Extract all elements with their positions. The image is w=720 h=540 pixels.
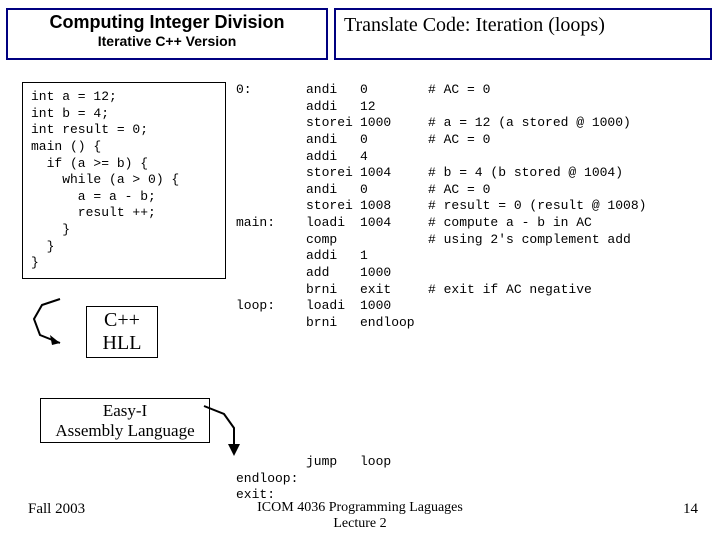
- asm-bottom-listing: jumploopendloop:exit:: [236, 454, 428, 504]
- asm-comment: # AC = 0: [428, 132, 490, 149]
- asm-row: loop:loadi1000: [236, 298, 646, 315]
- asm-row: addi4: [236, 149, 646, 166]
- asm-op: loadi: [306, 298, 360, 315]
- asm-arg: 1000: [360, 115, 428, 132]
- asm-op: add: [306, 265, 360, 282]
- footer-center-l2: Lecture 2: [0, 516, 720, 532]
- asm-comment: # exit if AC negative: [428, 282, 592, 299]
- asm-comment: # b = 4 (b stored @ 1004): [428, 165, 623, 182]
- asm-op: comp: [306, 232, 360, 249]
- title-left-main: Computing Integer Division: [8, 12, 326, 33]
- footer-center-l1: ICOM 4036 Programming Laguages: [0, 500, 720, 516]
- asm-op: andi: [306, 182, 360, 199]
- asm-row: storei1000# a = 12 (a stored @ 1000): [236, 115, 646, 132]
- asm-row: brniendloop: [236, 315, 646, 332]
- asm-op: addi: [306, 149, 360, 166]
- asm-row: andi0# AC = 0: [236, 182, 646, 199]
- asm-row: 0:andi0# AC = 0: [236, 82, 646, 99]
- asm-row: main:loadi1004# compute a - b in AC: [236, 215, 646, 232]
- title-left-sub: Iterative C++ Version: [8, 33, 326, 49]
- cpp-code: int a = 12; int b = 4; int result = 0; m…: [31, 89, 179, 270]
- asm-comment: # using 2's complement add: [428, 232, 631, 249]
- asm-arg: 4: [360, 149, 428, 166]
- title-right-box: Translate Code: Iteration (loops): [334, 8, 712, 60]
- asm-comment: # AC = 0: [428, 182, 490, 199]
- asm-row: jumploop: [236, 454, 428, 471]
- asm-arg: 1: [360, 248, 428, 265]
- asm-row: addi12: [236, 99, 646, 116]
- arrow-cpp-to-label-icon: [20, 295, 82, 347]
- footer-center: ICOM 4036 Programming Laguages Lecture 2: [0, 500, 720, 532]
- asm-op: addi: [306, 248, 360, 265]
- asm-comment: # a = 12 (a stored @ 1000): [428, 115, 631, 132]
- footer-right: 14: [683, 501, 698, 518]
- easyi-line2: Assembly Language: [45, 421, 205, 441]
- arrow-easyi-to-asm-icon: [200, 398, 248, 458]
- asm-arg: 1000: [360, 265, 428, 282]
- asm-row: comp # using 2's complement add: [236, 232, 646, 249]
- asm-op: storei: [306, 165, 360, 182]
- title-right-text: Translate Code: Iteration (loops): [344, 14, 605, 36]
- asm-listing: 0:andi0# AC = 0addi12storei1000# a = 12 …: [236, 82, 646, 331]
- asm-comment: # AC = 0: [428, 82, 490, 99]
- asm-row: storei1004# b = 4 (b stored @ 1004): [236, 165, 646, 182]
- asm-arg: 0: [360, 182, 428, 199]
- asm-comment: # compute a - b in AC: [428, 215, 592, 232]
- asm-row: brniexit# exit if AC negative: [236, 282, 646, 299]
- asm-arg: 1008: [360, 198, 428, 215]
- title-left-box: Computing Integer Division Iterative C++…: [6, 8, 328, 60]
- asm-arg: 0: [360, 132, 428, 149]
- asm-op: brni: [306, 282, 360, 299]
- asm-arg: 1004: [360, 215, 428, 232]
- asm-row: endloop:: [236, 471, 428, 488]
- cpp-label-line1: C++: [91, 309, 153, 332]
- cpp-hll-label: C++ HLL: [86, 306, 158, 358]
- asm-op: jump: [306, 454, 360, 471]
- asm-row: andi0# AC = 0: [236, 132, 646, 149]
- cpp-label-line2: HLL: [91, 332, 153, 355]
- asm-arg: endloop: [360, 315, 428, 332]
- asm-row: storei1008# result = 0 (result @ 1008): [236, 198, 646, 215]
- asm-op: storei: [306, 115, 360, 132]
- asm-label: main:: [236, 215, 306, 232]
- asm-arg: 0: [360, 82, 428, 99]
- asm-op: addi: [306, 99, 360, 116]
- asm-op: andi: [306, 132, 360, 149]
- asm-arg: exit: [360, 282, 428, 299]
- asm-op: loadi: [306, 215, 360, 232]
- asm-row: add1000: [236, 265, 646, 282]
- asm-arg: 1004: [360, 165, 428, 182]
- cpp-code-box: int a = 12; int b = 4; int result = 0; m…: [22, 82, 226, 279]
- asm-label: endloop:: [236, 471, 306, 488]
- asm-row: addi1: [236, 248, 646, 265]
- asm-arg: 1000: [360, 298, 428, 315]
- asm-op: brni: [306, 315, 360, 332]
- asm-op: storei: [306, 198, 360, 215]
- asm-label: 0:: [236, 82, 306, 99]
- asm-op: andi: [306, 82, 360, 99]
- asm-arg: 12: [360, 99, 428, 116]
- easyi-line1: Easy-I: [45, 401, 205, 421]
- easyi-label: Easy-I Assembly Language: [40, 398, 210, 443]
- asm-comment: # result = 0 (result @ 1008): [428, 198, 646, 215]
- asm-arg: loop: [360, 454, 428, 471]
- asm-label: loop:: [236, 298, 306, 315]
